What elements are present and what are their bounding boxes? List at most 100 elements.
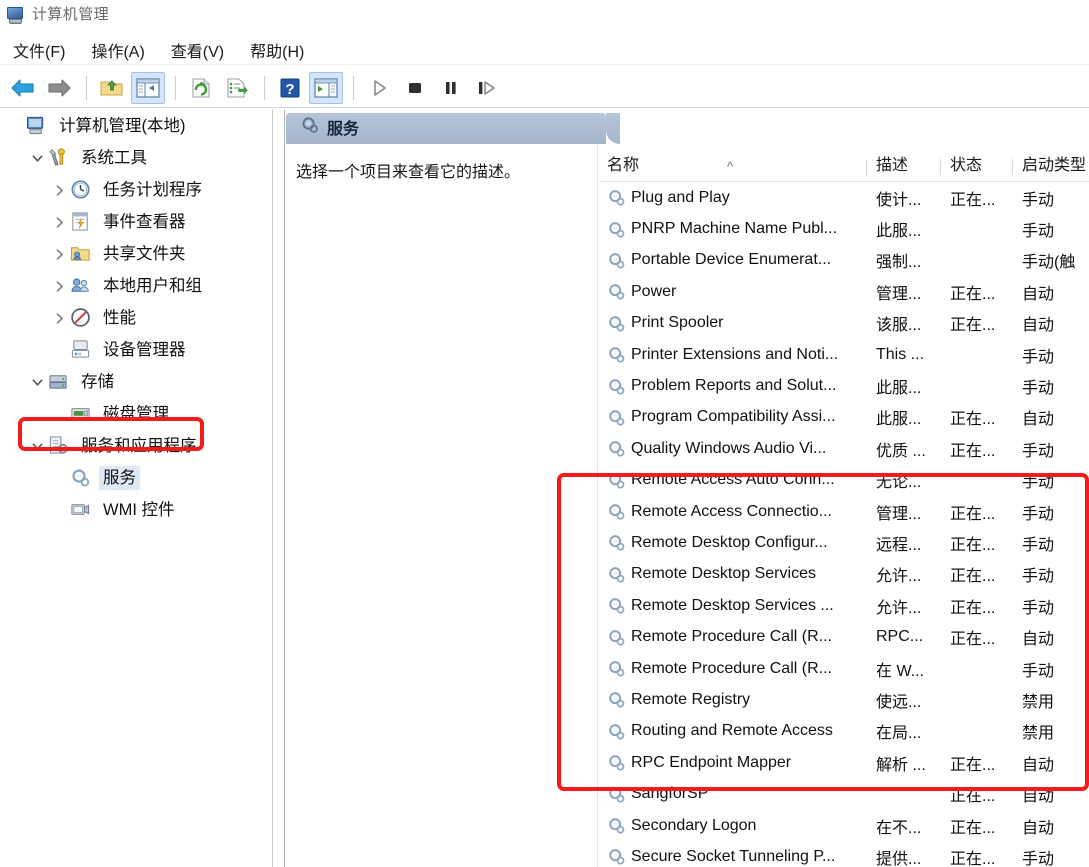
start-service-icon[interactable] xyxy=(362,72,396,104)
service-row[interactable]: Remote Procedure Call (R... 在 W... 手动 xyxy=(599,652,1089,685)
menu-view[interactable]: 查看(V) xyxy=(168,36,237,64)
service-status-cell: 正在... xyxy=(950,599,996,617)
service-row[interactable]: Quality Windows Audio Vi... 优质 ... 正在... 手动 xyxy=(599,433,1089,465)
column-name[interactable]: 名称 ^ xyxy=(599,151,866,181)
service-gear-icon xyxy=(607,628,626,647)
back-icon[interactable] xyxy=(6,72,40,104)
service-row[interactable]: Power 管理... 正在... 自动 xyxy=(599,276,1089,308)
service-row[interactable]: Remote Desktop Services ... 允许... 正在... 手动 xyxy=(599,590,1089,622)
tree-item-label: 服务 xyxy=(99,466,140,490)
tree-item-label: 存储 xyxy=(81,373,114,391)
column-description[interactable]: 描述 xyxy=(866,151,940,181)
service-row[interactable]: Problem Reports and Solut... 此服... 手动 xyxy=(599,370,1089,402)
chevron-right-icon[interactable] xyxy=(48,175,70,205)
performance-icon xyxy=(70,307,92,329)
service-description-cell: 优质 ... xyxy=(876,442,926,460)
show-hide-tree-icon[interactable] xyxy=(131,71,165,104)
chevron-down-icon[interactable] xyxy=(26,367,48,397)
service-status-cell: 正在... xyxy=(950,819,996,837)
pane-splitter[interactable] xyxy=(272,110,285,867)
tree-item-9[interactable]: 磁盘管理 xyxy=(0,398,272,430)
service-status-cell: 正在... xyxy=(950,631,996,649)
service-startup-cell: 自动 xyxy=(1022,317,1055,335)
tree-item-6[interactable]: 性能 xyxy=(0,302,272,334)
service-gear-icon xyxy=(607,502,626,521)
menu-help[interactable]: 帮助(H) xyxy=(247,36,317,64)
services-content-pane: 服务 选择一个项目来查看它的描述。 名称 ^ 描述 状态 启动类型 Plug a… xyxy=(286,110,1089,867)
service-row[interactable]: SangforSP 正在... 自动 xyxy=(599,778,1089,810)
service-row[interactable]: Print Spooler 该服... 正在... 自动 xyxy=(599,307,1089,339)
pause-service-icon[interactable] xyxy=(434,72,468,104)
title-bar: 计算机管理 xyxy=(0,0,1089,30)
service-status-cell: 正在... xyxy=(950,191,996,209)
tree-item-8[interactable]: 存储 xyxy=(0,366,272,398)
service-row[interactable]: Printer Extensions and Noti... This ... 手动 xyxy=(599,338,1089,371)
up-one-level-icon[interactable] xyxy=(95,72,129,104)
tree-item-7[interactable]: 设备管理器 xyxy=(0,334,272,366)
service-row[interactable]: Secure Socket Tunneling P... 提供... 正在... 手动 xyxy=(599,841,1089,867)
service-row[interactable]: RPC Endpoint Mapper 解析 ... 正在... 自动 xyxy=(599,747,1089,779)
tree-item-3[interactable]: 事件查看器 xyxy=(0,206,272,238)
service-row[interactable]: Routing and Remote Access 在局... 禁用 xyxy=(599,715,1089,748)
services-column-header: 名称 ^ 描述 状态 启动类型 xyxy=(599,144,1089,182)
service-startup-cell: 手动 xyxy=(1022,662,1055,680)
service-description-cell: 在不... xyxy=(876,819,922,837)
tree-item-11[interactable]: 服务 xyxy=(0,462,272,494)
tree-item-12[interactable]: WMI 控件 xyxy=(0,494,272,526)
service-gear-icon xyxy=(607,377,626,396)
chevron-right-icon[interactable] xyxy=(48,207,70,237)
service-gear-icon xyxy=(607,439,626,458)
tree-item-label: 事件查看器 xyxy=(103,213,186,231)
task-scheduler-icon xyxy=(70,179,92,201)
service-row[interactable]: Remote Access Auto Conn... 无论... 手动 xyxy=(599,464,1089,496)
service-gear-icon xyxy=(607,659,626,678)
service-name-label: Remote Procedure Call (R... xyxy=(631,659,832,677)
service-row[interactable]: Remote Desktop Services 允许... 正在... 手动 xyxy=(599,558,1089,591)
service-status-cell: 正在... xyxy=(950,411,996,429)
chevron-right-icon[interactable] xyxy=(48,303,70,333)
tree-item-0[interactable]: 计算机管理(本地) xyxy=(0,110,272,142)
service-row[interactable]: Program Compatibility Assi... 此服... 正在... 自… xyxy=(599,401,1089,434)
export-list-icon[interactable] xyxy=(220,72,254,104)
service-name-label: Portable Device Enumerat... xyxy=(631,251,832,269)
tree-item-1[interactable]: 系统工具 xyxy=(0,142,272,174)
shared-folders-icon xyxy=(70,243,92,265)
service-row[interactable]: PNRP Machine Name Publ... 此服... 手动 xyxy=(599,213,1089,245)
service-row[interactable]: Remote Procedure Call (R... RPC... 正在... 自动 xyxy=(599,621,1089,653)
service-startup-cell: 手动 xyxy=(1022,442,1055,460)
tree-item-5[interactable]: 本地用户和组 xyxy=(0,270,272,302)
local-users-icon xyxy=(70,275,92,297)
service-row[interactable]: Remote Desktop Configur... 远程... 正在... 手动 xyxy=(599,527,1089,559)
stop-service-icon[interactable] xyxy=(398,72,432,104)
service-name-cell: SangforSP xyxy=(599,785,866,804)
service-name-label: Remote Desktop Services xyxy=(631,565,816,583)
disk-management-icon xyxy=(70,403,92,425)
menu-action[interactable]: 操作(A) xyxy=(88,36,157,64)
tree-item-10[interactable]: 服务和应用程序 xyxy=(0,430,272,462)
column-status[interactable]: 状态 xyxy=(940,151,1012,181)
show-action-pane-icon[interactable] xyxy=(309,71,343,104)
chevron-right-icon[interactable] xyxy=(48,239,70,269)
service-startup-cell: 手动 xyxy=(1022,505,1055,523)
service-description-cell: 在 W... xyxy=(876,662,925,680)
service-row[interactable]: Remote Registry 使远... 禁用 xyxy=(599,684,1089,716)
column-startup-type[interactable]: 启动类型 xyxy=(1012,151,1089,181)
service-name-label: Quality Windows Audio Vi... xyxy=(631,439,827,457)
menu-file[interactable]: 文件(F) xyxy=(10,36,78,64)
tree-item-2[interactable]: 任务计划程序 xyxy=(0,174,272,206)
help-icon[interactable]: ? xyxy=(273,72,307,104)
refresh-icon[interactable] xyxy=(184,72,218,104)
forward-icon[interactable] xyxy=(42,72,76,104)
chevron-right-icon[interactable] xyxy=(48,271,70,301)
chevron-down-icon[interactable] xyxy=(26,143,48,173)
service-row[interactable]: Portable Device Enumerat... 强制... 手动(触 xyxy=(599,244,1089,277)
restart-service-icon[interactable] xyxy=(470,72,504,104)
service-row[interactable]: Remote Access Connectio... 管理... 正在... 手动 xyxy=(599,495,1089,528)
service-row[interactable]: Plug and Play 使计... 正在... 手动 xyxy=(599,182,1089,214)
chevron-down-icon[interactable] xyxy=(26,431,48,461)
service-row[interactable]: Secondary Logon 在不... 正在... 自动 xyxy=(599,809,1089,842)
tree-item-4[interactable]: 共享文件夹 xyxy=(0,238,272,270)
service-gear-icon xyxy=(607,251,626,270)
